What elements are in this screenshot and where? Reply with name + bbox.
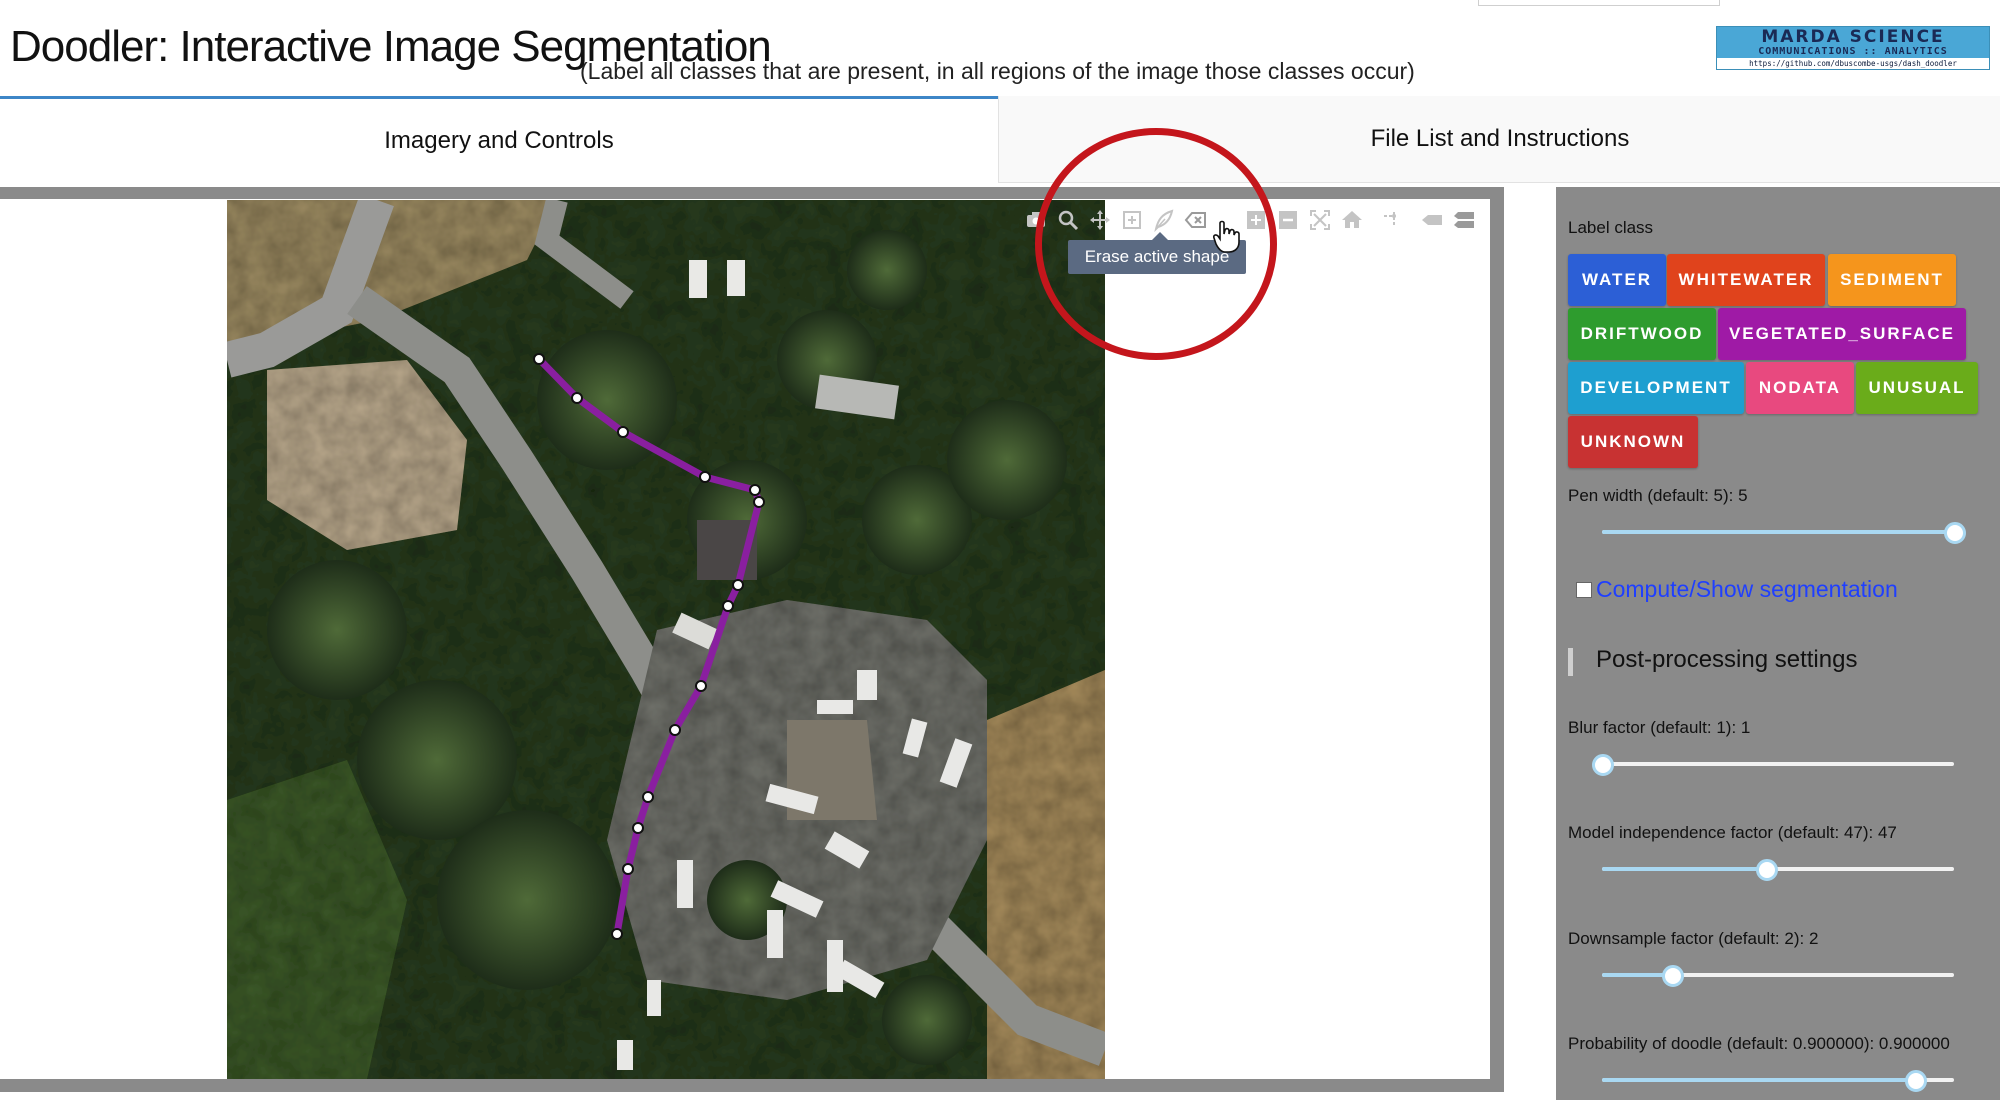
section-marker (1568, 648, 1573, 676)
zoom-icon[interactable] (1054, 206, 1082, 234)
camera-icon[interactable] (1022, 206, 1050, 234)
logo-line-1: MARDA SCIENCE (1761, 27, 1945, 47)
pen-width-label: Pen width (default: 5): 5 (1568, 486, 1748, 505)
slider-handle[interactable] (1944, 522, 1966, 544)
slider-handle[interactable] (1662, 965, 1685, 987)
slider-handle[interactable] (1592, 754, 1614, 776)
model-independence-slider[interactable] (1602, 858, 1954, 881)
class-button-development[interactable]: DEVELOPMENT (1568, 362, 1744, 414)
home-icon[interactable] (1338, 206, 1366, 234)
tab-imagery-and-controls[interactable]: Imagery and Controls (0, 96, 998, 182)
slider-handle[interactable] (1905, 1070, 1928, 1092)
zoom-in-icon[interactable] (1242, 206, 1270, 234)
postprocessing-title: Post-processing settings (1596, 646, 1858, 673)
aerial-image[interactable] (227, 200, 1105, 1079)
logo-line-2: COMMUNICATIONS :: ANALYTICS (1758, 46, 1948, 57)
downsample-factor-slider[interactable] (1602, 964, 1954, 987)
class-button-unusual[interactable]: UNUSUAL (1856, 362, 1978, 414)
hover-compare-icon[interactable] (1450, 206, 1478, 234)
hand-cursor-icon (1213, 220, 1240, 253)
draw-path-icon[interactable] (1150, 206, 1178, 234)
compute-segmentation-checkbox[interactable] (1576, 582, 1592, 598)
spike-lines-icon[interactable] (1378, 206, 1406, 234)
pen-width-slider[interactable] (1602, 521, 1966, 544)
tab-file-list-and-instructions[interactable]: File List and Instructions (998, 96, 2000, 183)
hover-closest-icon[interactable] (1418, 206, 1446, 234)
blur-factor-slider[interactable] (1592, 753, 1954, 776)
slider-track (1602, 530, 1954, 534)
probability-doodle-label: Probability of doodle (default: 0.900000… (1568, 1034, 1950, 1053)
downsample-factor-label: Downsample factor (default: 2): 2 (1568, 929, 1819, 948)
slider-rail (1602, 762, 1954, 766)
top-input-box[interactable] (1478, 0, 1720, 6)
page-subtitle: (Label all classes that are present, in … (580, 58, 1415, 84)
label-class-title: Label class (1568, 218, 1654, 237)
class-button-nodata[interactable]: NODATA (1746, 362, 1854, 414)
marda-science-logo[interactable]: MARDA SCIENCE COMMUNICATIONS :: ANALYTIC… (1716, 26, 1990, 70)
class-button-unknown[interactable]: UNKNOWN (1568, 416, 1698, 468)
slider-track (1602, 867, 1766, 871)
blur-factor-label: Blur factor (default: 1): 1 (1568, 718, 1751, 737)
class-button-sediment[interactable]: SEDIMENT (1828, 254, 1956, 306)
probability-doodle-slider[interactable] (1602, 1069, 1954, 1092)
slider-handle[interactable] (1755, 859, 1778, 881)
logo-line-3: https://github.com/dbuscombe-usgs/dash_d… (1717, 58, 1989, 69)
class-button-vegetated-surface[interactable]: VEGETATED_SURFACE (1718, 308, 1966, 360)
aerial-image-drawing (227, 200, 1105, 1079)
plot-modebar (1022, 206, 1484, 238)
slider-track (1602, 1078, 1916, 1082)
zoom-out-icon[interactable] (1274, 206, 1302, 234)
model-independence-label: Model independence factor (default: 47):… (1568, 823, 1897, 842)
class-button-driftwood[interactable]: DRIFTWOOD (1568, 308, 1716, 360)
pan-icon[interactable] (1086, 206, 1114, 234)
box-select-icon[interactable] (1118, 206, 1146, 234)
compute-segmentation-label[interactable]: Compute/Show segmentation (1596, 576, 1898, 603)
class-button-water[interactable]: WATER (1568, 254, 1666, 306)
class-button-whitewater[interactable]: WHITEWATER (1667, 254, 1825, 306)
erase-shape-icon[interactable] (1182, 206, 1210, 234)
autoscale-icon[interactable] (1306, 206, 1334, 234)
tab-bar: Imagery and Controls File List and Instr… (0, 96, 2000, 183)
